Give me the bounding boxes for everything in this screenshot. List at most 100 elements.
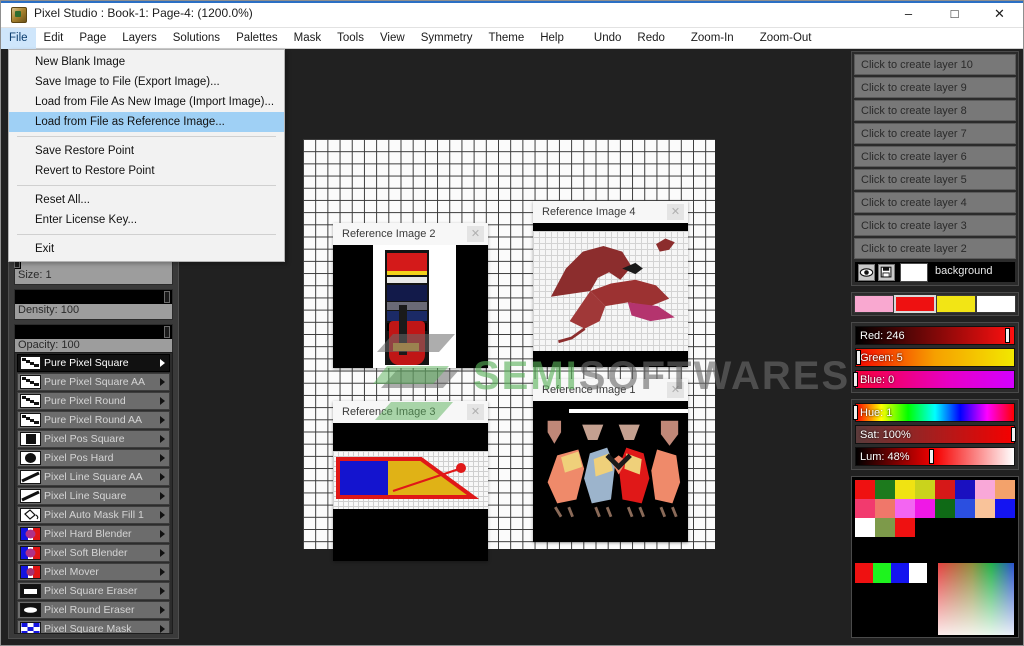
palette-color-15[interactable] (995, 499, 1015, 518)
minimize-button[interactable]: – (886, 1, 931, 27)
create-layer-button-0[interactable]: Click to create layer 10 (854, 54, 1016, 75)
slider-knob[interactable] (928, 449, 934, 464)
slider-knob[interactable] (1011, 427, 1016, 442)
layer-row-background[interactable]: background (854, 261, 1016, 283)
palette-color-5[interactable] (955, 480, 975, 499)
tool-item-pixel-pos-square[interactable]: Pixel Pos Square (17, 430, 170, 448)
palette-color-2[interactable] (895, 480, 915, 499)
reference-window-4[interactable]: Reference Image 4 ✕ (533, 201, 688, 367)
menu-item-edit[interactable]: Edit (36, 28, 72, 49)
chevron-right-icon[interactable] (160, 492, 165, 500)
palette-color-4[interactable] (935, 480, 955, 499)
close-button[interactable]: ✕ (977, 1, 1022, 27)
chevron-right-icon[interactable] (160, 397, 165, 405)
reference-window-1[interactable]: Reference Image 1 ✕ (533, 379, 688, 542)
menu-item-zoom-out[interactable]: Zoom-Out (752, 28, 820, 49)
chevron-right-icon[interactable] (160, 359, 165, 367)
palette-color-16[interactable] (855, 518, 875, 537)
tool-item-pure-pixel-round[interactable]: Pure Pixel Round (17, 392, 170, 410)
create-layer-button-5[interactable]: Click to create layer 5 (854, 169, 1016, 190)
palette-color-22[interactable] (975, 518, 995, 537)
file-menu-item-4[interactable]: Save Restore Point (9, 141, 284, 161)
tool-item-pixel-pos-hard[interactable]: Pixel Pos Hard (17, 449, 170, 467)
menu-item-mask[interactable]: Mask (286, 28, 329, 49)
slider-knob[interactable] (856, 350, 862, 365)
palette-color-20[interactable] (935, 518, 955, 537)
slider-blue[interactable]: Blue: 0 (853, 370, 1015, 389)
slider-lum[interactable]: Lum: 48% (855, 447, 1015, 466)
tool-item-pixel-line-square-aa[interactable]: Pixel Line Square AA (17, 468, 170, 486)
reference-window-title[interactable]: Reference Image 3 ✕ (333, 401, 488, 423)
slider-density[interactable]: Density: 100 (14, 289, 173, 320)
menu-item-help[interactable]: Help (532, 28, 572, 49)
chevron-right-icon[interactable] (160, 568, 165, 576)
slider-red[interactable]: Red: 246 (855, 326, 1015, 345)
palette-color-17[interactable] (875, 518, 895, 537)
reference-window-title[interactable]: Reference Image 1 ✕ (533, 379, 688, 401)
tool-item-pixel-square-eraser[interactable]: Pixel Square Eraser (17, 582, 170, 600)
palette-mini-color-3[interactable] (909, 563, 927, 583)
hue-saturation-picker[interactable] (938, 563, 1014, 635)
menu-item-file[interactable]: File (1, 28, 36, 49)
palette-color-7[interactable] (995, 480, 1015, 499)
palette-mini-color-2[interactable] (891, 563, 909, 583)
create-layer-button-4[interactable]: Click to create layer 6 (854, 146, 1016, 167)
maximize-button[interactable]: □ (932, 1, 977, 27)
tool-item-pixel-square-mask[interactable]: Pixel Square Mask (17, 620, 170, 633)
chevron-right-icon[interactable] (160, 511, 165, 519)
chevron-right-icon[interactable] (160, 625, 165, 633)
menu-item-symmetry[interactable]: Symmetry (413, 28, 481, 49)
palette-color-8[interactable] (855, 499, 875, 518)
close-icon[interactable]: ✕ (467, 404, 484, 420)
chevron-right-icon[interactable] (160, 435, 165, 443)
file-menu-item-3[interactable]: Load from File as Reference Image... (9, 112, 284, 132)
create-layer-button-1[interactable]: Click to create layer 9 (854, 77, 1016, 98)
palette-color-13[interactable] (955, 499, 975, 518)
chevron-right-icon[interactable] (160, 473, 165, 481)
file-menu-item-6[interactable]: Reset All... (9, 190, 284, 210)
menu-item-solutions[interactable]: Solutions (165, 28, 228, 49)
layer-color-swatch[interactable] (900, 263, 928, 282)
tool-item-pixel-mover[interactable]: Pixel Mover (17, 563, 170, 581)
reference-window-title[interactable]: Reference Image 4 ✕ (533, 201, 688, 223)
file-menu-item-7[interactable]: Enter License Key... (9, 210, 284, 230)
palette-color-14[interactable] (975, 499, 995, 518)
tool-item-pure-pixel-round-aa[interactable]: Pure Pixel Round AA (17, 411, 170, 429)
slider-knob[interactable] (164, 291, 171, 303)
palette-color-6[interactable] (975, 480, 995, 499)
palette-color-19[interactable] (915, 518, 935, 537)
menu-item-layers[interactable]: Layers (114, 28, 165, 49)
slider-hue[interactable]: Hue: 1 (853, 403, 1015, 422)
menu-item-tools[interactable]: Tools (329, 28, 372, 49)
lock-icon[interactable] (878, 264, 895, 281)
menu-item-undo[interactable]: Undo (572, 28, 630, 49)
chevron-right-icon[interactable] (160, 549, 165, 557)
slider-sat[interactable]: Sat: 100% (855, 425, 1016, 444)
chevron-right-icon[interactable] (160, 530, 165, 538)
reference-window-2[interactable]: Reference Image 2 ✕ (333, 223, 488, 368)
palette-color-18[interactable] (895, 518, 915, 537)
palette-color-10[interactable] (895, 499, 915, 518)
menu-item-zoom-in[interactable]: Zoom-In (683, 28, 742, 49)
reference-window-3[interactable]: Reference Image 3 ✕ (333, 401, 488, 561)
create-layer-button-7[interactable]: Click to create layer 3 (854, 215, 1016, 236)
slider-knob[interactable] (853, 372, 858, 387)
color-swatch-3[interactable] (976, 295, 1016, 313)
color-swatch-2[interactable] (936, 295, 976, 313)
palette-color-11[interactable] (915, 499, 935, 518)
palette-color-1[interactable] (875, 480, 895, 499)
palette-color-21[interactable] (955, 518, 975, 537)
tool-item-pixel-auto-mask-fill-1[interactable]: Pixel Auto Mask Fill 1 (17, 506, 170, 524)
slider-knob[interactable] (164, 326, 171, 338)
tool-item-pixel-line-square[interactable]: Pixel Line Square (17, 487, 170, 505)
slider-green[interactable]: Green: 5 (855, 348, 1015, 367)
create-layer-button-2[interactable]: Click to create layer 8 (854, 100, 1016, 121)
slider-knob[interactable] (853, 405, 859, 420)
file-menu-item-2[interactable]: Load from File As New Image (Import Imag… (9, 92, 284, 112)
eye-icon[interactable] (858, 264, 875, 281)
tool-item-pixel-round-eraser[interactable]: Pixel Round Eraser (17, 601, 170, 619)
menu-item-redo[interactable]: Redo (629, 28, 673, 49)
tool-item-pure-pixel-square[interactable]: Pure Pixel Square (17, 354, 170, 372)
file-menu-item-5[interactable]: Revert to Restore Point (9, 161, 284, 181)
menu-item-page[interactable]: Page (71, 28, 114, 49)
